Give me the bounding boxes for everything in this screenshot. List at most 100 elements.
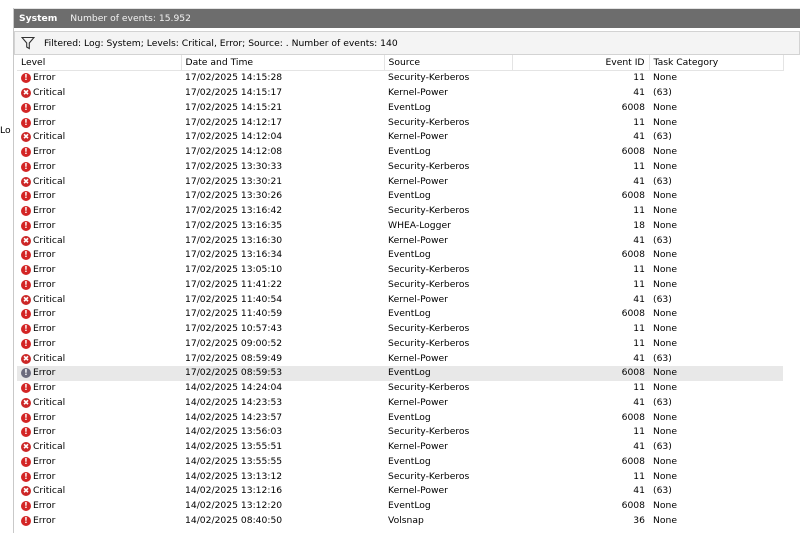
event-row[interactable]: ! Error 17/02/2025 13:05:10 Security-Kerber…: [17, 263, 783, 278]
event-level: ✖ Critical: [21, 130, 177, 144]
error-icon: !: [21, 73, 31, 84]
event-level-cell: ! Error: [17, 307, 181, 322]
event-level-cell: ✖ Critical: [17, 86, 181, 101]
event-level-label: Error: [33, 514, 56, 526]
event-task-category: None: [653, 514, 677, 526]
event-level-label: Error: [33, 455, 56, 467]
event-id: 41: [633, 293, 645, 305]
event-date-time: 17/02/2025 09:00:52: [185, 337, 283, 349]
event-level-cell: ! Error: [17, 410, 181, 425]
error-icon: !: [21, 265, 31, 276]
error-icon: !: [21, 412, 31, 423]
event-level-label: Critical: [33, 352, 66, 364]
event-row[interactable]: ! Error 14/02/2025 14:24:04 Security-Kerber…: [17, 381, 783, 396]
event-level: ! Error: [21, 366, 177, 380]
event-row[interactable]: ✖ Critical 17/02/2025 08:59:49 Kernel-Power…: [17, 351, 783, 366]
event-level-label: Error: [33, 278, 56, 290]
event-date-time: 14/02/2025 13:56:03: [185, 426, 283, 438]
event-task-category: (63): [653, 352, 672, 364]
event-row[interactable]: ! Error 17/02/2025 14:12:08 EventLog 6008 Non…: [17, 145, 783, 160]
event-level-cell: ✖ Critical: [17, 484, 181, 499]
column-header-level[interactable]: Level: [17, 55, 182, 71]
event-row[interactable]: ✖ Critical 14/02/2025 13:12:16 Kernel-Power…: [17, 484, 783, 499]
column-header-event-id[interactable]: Event ID: [512, 55, 650, 71]
event-source: EventLog: [388, 101, 431, 113]
event-level-cell: ! Error: [17, 248, 181, 263]
event-row[interactable]: ! Error 14/02/2025 08:40:50 Volsnap 36 None: [17, 514, 783, 529]
event-row[interactable]: ! Error 17/02/2025 10:57:43 Security-Kerber…: [17, 322, 783, 337]
event-row[interactable]: ! Error 14/02/2025 13:13:12 Security-Kerber…: [17, 469, 783, 484]
event-row[interactable]: ! Error 17/02/2025 13:30:26 EventLog 6008 Non…: [17, 189, 783, 204]
event-row[interactable]: ! Error 17/02/2025 11:41:22 Security-Kerber…: [17, 278, 783, 293]
event-row[interactable]: ✖ Critical 17/02/2025 13:16:30 Kernel-Power…: [17, 233, 783, 248]
navigation-pane[interactable]: Lo: [0, 8, 14, 533]
event-level: ! Error: [21, 160, 177, 174]
event-date-time: 17/02/2025 13:16:42: [185, 205, 283, 217]
error-icon: !: [21, 309, 31, 320]
event-task-category: None: [653, 264, 677, 276]
event-source: Kernel-Power: [388, 87, 448, 99]
event-level-cell: ! Error: [17, 189, 181, 204]
event-row[interactable]: ! Error 17/02/2025 13:16:34 EventLog 6008 Non…: [17, 248, 783, 263]
event-row[interactable]: ! Error 14/02/2025 13:56:03 Security-Kerber…: [17, 425, 783, 440]
event-level-label: Error: [33, 367, 56, 379]
event-level-label: Error: [33, 411, 56, 423]
event-row[interactable]: ! Error 17/02/2025 14:15:28 Security-Kerber…: [17, 71, 783, 86]
event-row[interactable]: ! Error 17/02/2025 09:00:52 Security-Kerber…: [17, 337, 783, 352]
event-level-cell: ! Error: [17, 425, 181, 440]
event-date-time: 14/02/2025 14:23:57: [185, 411, 283, 423]
event-id: 41: [633, 485, 645, 497]
column-header-date-time[interactable]: Date and Time: [181, 55, 385, 71]
event-date-time: 17/02/2025 14:15:17: [185, 87, 283, 99]
event-level-cell: ! Error: [17, 101, 181, 116]
event-date-time: 17/02/2025 13:05:10: [185, 264, 283, 276]
event-id: 11: [633, 278, 645, 290]
event-row[interactable]: ! Error 14/02/2025 14:23:57 EventLog 6008 Non…: [17, 410, 783, 425]
error-icon: !: [21, 368, 31, 379]
event-level-label: Error: [33, 219, 56, 231]
event-level-cell: ! Error: [17, 499, 181, 514]
event-row[interactable]: ✖ Critical 17/02/2025 11:40:54 Kernel-Power…: [17, 292, 783, 307]
event-level: ✖ Critical: [21, 86, 177, 100]
event-row[interactable]: ! Error 17/02/2025 13:16:35 WHEA-Logger 18 No…: [17, 219, 783, 234]
event-row[interactable]: ! Error 17/02/2025 11:40:59 EventLog 6008 Non…: [17, 307, 783, 322]
error-icon: !: [21, 427, 31, 438]
event-task-category: None: [653, 426, 677, 438]
event-source: Kernel-Power: [388, 396, 448, 408]
event-id: 11: [633, 205, 645, 217]
event-row[interactable]: ! Error 17/02/2025 14:12:17 Security-Kerber…: [17, 115, 783, 130]
event-id: 6008: [621, 308, 645, 320]
event-row[interactable]: ✖ Critical 17/02/2025 14:12:04 Kernel-Power…: [17, 130, 783, 145]
critical-icon: ✖: [21, 353, 31, 364]
event-level: ! Error: [21, 425, 177, 439]
event-count: Number of events: 15.952: [70, 13, 192, 24]
critical-icon: ✖: [21, 397, 31, 408]
event-level-cell: ✖ Critical: [17, 174, 181, 189]
event-row[interactable]: ✖ Critical 17/02/2025 14:15:17 Kernel-Power…: [17, 86, 783, 101]
event-id: 11: [633, 116, 645, 128]
event-date-time: 14/02/2025 13:55:51: [185, 441, 283, 453]
event-row[interactable]: ✖ Critical 14/02/2025 13:55:51 Kernel-Power…: [17, 440, 783, 455]
column-header-source[interactable]: Source: [384, 55, 513, 71]
event-task-category: None: [653, 382, 677, 394]
event-source: EventLog: [384, 366, 512, 381]
event-task-category: (63): [653, 175, 672, 187]
event-row[interactable]: ✖ Critical 17/02/2025 13:30:21 Kernel-Power…: [17, 174, 783, 189]
event-id: 11: [633, 264, 645, 276]
event-id: 11: [633, 337, 645, 349]
event-row[interactable]: ! Error 14/02/2025 13:12:20 EventLog 6008 Non…: [17, 499, 783, 514]
event-id: 6008: [621, 190, 645, 202]
event-source: Security-Kerberos: [388, 323, 470, 335]
event-row[interactable]: ! Error 14/02/2025 13:55:55 EventLog 6008 Non…: [17, 455, 783, 470]
event-source: Security-Kerberos: [388, 278, 470, 290]
event-row[interactable]: ! Error 17/02/2025 08:59:53 EventLog 6008 Non…: [17, 366, 783, 381]
event-date-time: 17/02/2025 13:16:34: [185, 249, 283, 261]
event-row[interactable]: ✖ Critical 14/02/2025 14:23:53 Kernel-Power…: [17, 396, 783, 411]
event-list[interactable]: Level Date and Time Source Event ID Task…: [17, 55, 800, 533]
event-row[interactable]: ! Error 17/02/2025 14:15:21 EventLog 6008 Non…: [17, 101, 783, 116]
event-row[interactable]: ! Error 17/02/2025 13:16:42 Security-Kerber…: [17, 204, 783, 219]
column-header-task-category[interactable]: Task Category: [649, 55, 784, 71]
error-icon: !: [21, 117, 31, 128]
event-level-label: Error: [33, 470, 56, 482]
event-row[interactable]: ! Error 17/02/2025 13:30:33 Security-Kerber…: [17, 160, 783, 175]
